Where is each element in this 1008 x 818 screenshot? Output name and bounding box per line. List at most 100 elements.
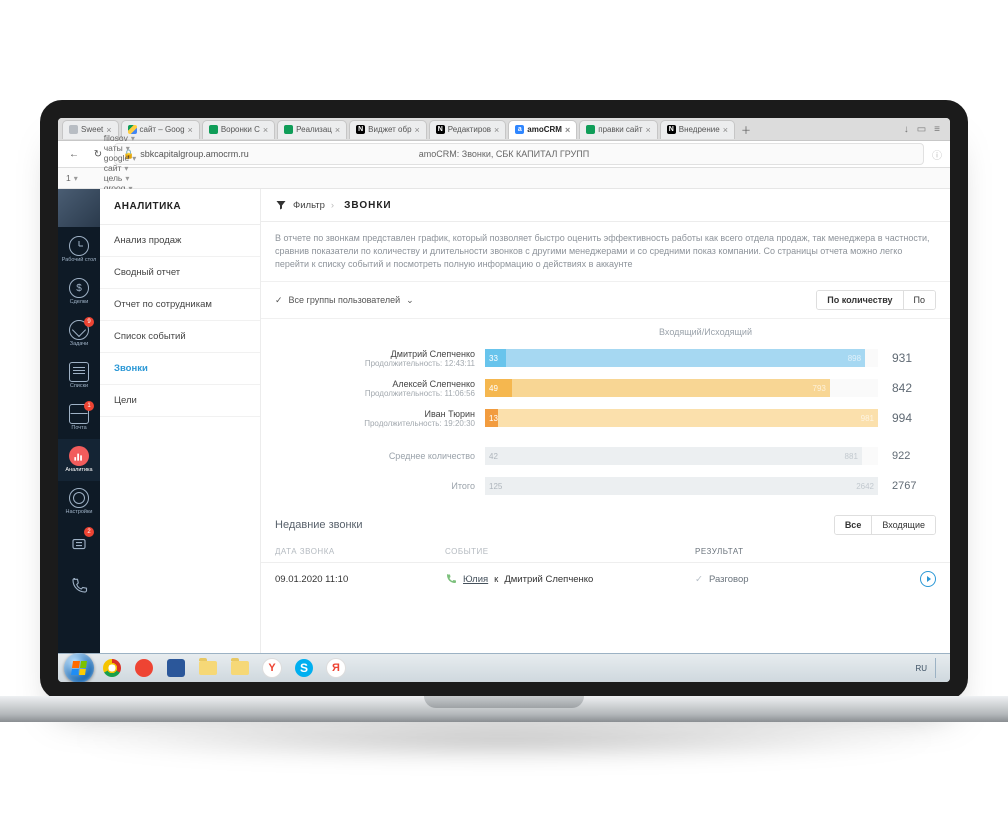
bookmark-item[interactable]: google▾ xyxy=(104,153,137,163)
menu-icon[interactable]: ≡ xyxy=(934,124,940,135)
sidebar-item[interactable]: Звонки xyxy=(100,353,260,385)
by-quantity-button[interactable]: По количеству xyxy=(817,291,902,309)
content-header: Фильтр › ЗВОНКИ xyxy=(261,189,950,222)
url-field[interactable]: 🔒 sbkcapitalgroup.amocrm.ru amoCRM: Звон… xyxy=(114,143,924,165)
taskbar-yandex-icon[interactable]: Y xyxy=(258,657,286,679)
rail-item-task[interactable]: Задачи9 xyxy=(58,313,100,355)
call-date: 09.01.2020 11:10 xyxy=(275,574,445,585)
translate-icon[interactable]: ⓘ xyxy=(932,147,942,162)
close-tab-icon[interactable]: × xyxy=(335,125,340,135)
app-body: Рабочий стол$СделкиЗадачи9СпискиПочта1Ан… xyxy=(58,189,950,653)
rail-item-ext[interactable]: 2 xyxy=(58,523,100,565)
chart-title: Входящий/Исходящий xyxy=(275,327,936,337)
taskbar-opera-icon[interactable] xyxy=(130,657,158,679)
bookmark-item[interactable]: сайт▾ xyxy=(104,163,137,173)
taskbar-word-icon[interactable] xyxy=(162,657,190,679)
close-tab-icon[interactable]: × xyxy=(565,125,570,135)
system-tray[interactable]: RU xyxy=(915,658,944,678)
rail-item-analytics[interactable]: Аналитика xyxy=(58,439,100,481)
report-description: В отчете по звонкам представлен график, … xyxy=(261,222,950,282)
metric-toggle: По количеству По xyxy=(816,290,936,310)
col-event: СОБЫТИЕ xyxy=(445,547,695,556)
list-icon xyxy=(69,362,89,382)
close-tab-icon[interactable]: × xyxy=(188,125,193,135)
close-tab-icon[interactable]: × xyxy=(646,125,651,135)
filter-button[interactable]: Фильтр › xyxy=(275,199,334,211)
phone-in-icon xyxy=(445,573,457,585)
rail-item-gear[interactable]: Настройки xyxy=(58,481,100,523)
check-icon: ✓ xyxy=(275,295,283,306)
sidebar-item[interactable]: Сводный отчет xyxy=(100,257,260,289)
taskbar-explorer-icon[interactable] xyxy=(194,657,222,679)
bookmark-item[interactable]: 1▾ xyxy=(66,173,78,183)
filter-incoming-button[interactable]: Входящие xyxy=(871,516,935,534)
chevron-right-icon: › xyxy=(331,200,334,211)
recent-calls-table-header: ДАТА ЗВОНКА СОБЫТИЕ РЕЗУЛЬТАТ xyxy=(261,541,950,563)
main-panel: Фильтр › ЗВОНКИ В отчете по звонкам пред… xyxy=(261,189,950,653)
rail-item-dollar[interactable]: $Сделки xyxy=(58,271,100,313)
badge: 9 xyxy=(84,317,94,327)
sidebar-item[interactable]: Список событий xyxy=(100,321,260,353)
sidebar-title: АНАЛИТИКА xyxy=(100,189,260,225)
browser-tab[interactable]: Воронки С× xyxy=(202,120,275,139)
group-filter-dropdown[interactable]: ✓ Все группы пользователей ⌄ xyxy=(275,295,414,306)
dollar-icon: $ xyxy=(69,278,89,298)
bookmark-item[interactable]: цель▾ xyxy=(104,173,137,183)
rail-item-list[interactable]: Списки xyxy=(58,355,100,397)
play-recording-button[interactable] xyxy=(920,571,936,587)
address-bar: ← ↻ 🔒 sbkcapitalgroup.amocrm.ru amoCRM: … xyxy=(58,141,950,168)
sidebar-icon[interactable]: ▭ xyxy=(917,124,926,135)
browser-tabstrip: Sweet×сайт – Goog×Воронки С×Реализац×NВи… xyxy=(58,118,950,141)
filter-all-button[interactable]: Все xyxy=(835,516,872,534)
new-tab-button[interactable]: ＋ xyxy=(737,120,755,138)
chart-row: Дмитрий СлепченкоПродолжительность: 12:4… xyxy=(275,343,936,373)
lang-indicator[interactable]: RU xyxy=(915,664,927,673)
sidebar-item[interactable]: Отчет по сотрудникам xyxy=(100,289,260,321)
sidebar-item[interactable]: Анализ продаж xyxy=(100,225,260,257)
taskbar-skype-icon[interactable]: S xyxy=(290,657,318,679)
browser-tab[interactable]: NРедактиров× xyxy=(429,120,507,139)
by-duration-button[interactable]: По xyxy=(903,291,935,309)
phone-icon xyxy=(70,577,88,595)
rail-item-phone[interactable] xyxy=(58,565,100,607)
screen: Sweet×сайт – Goog×Воронки С×Реализац×NВи… xyxy=(58,118,950,682)
close-tab-icon[interactable]: × xyxy=(263,125,268,135)
taskbar-chrome-icon[interactable] xyxy=(98,657,126,679)
sidebar-item[interactable]: Цели xyxy=(100,385,260,417)
bookmark-item[interactable]: filosov▾ xyxy=(104,133,137,143)
downloads-icon[interactable]: ↓ xyxy=(904,124,909,135)
report-controls: ✓ Все группы пользователей ⌄ По количест… xyxy=(261,282,950,319)
taskbar-folder2-icon[interactable] xyxy=(226,657,254,679)
recent-calls-title: Недавние звонки xyxy=(275,519,363,531)
browser-tab[interactable]: NВиджет обр× xyxy=(349,120,427,139)
col-date: ДАТА ЗВОНКА xyxy=(275,547,445,556)
breadcrumb: ЗВОНКИ xyxy=(344,200,392,211)
rail-item-clock[interactable]: Рабочий стол xyxy=(58,229,100,271)
taskbar-yandex2-icon[interactable]: Я xyxy=(322,657,350,679)
recent-call-row[interactable]: 09.01.2020 11:10 Юлия к Дмитрий Слепченк… xyxy=(261,563,950,595)
show-desktop[interactable] xyxy=(935,658,944,678)
gear-icon xyxy=(69,488,89,508)
caller-link[interactable]: Юлия xyxy=(463,574,488,585)
close-tab-icon[interactable]: × xyxy=(494,125,499,135)
avatar[interactable] xyxy=(58,189,100,227)
browser-tab[interactable]: правки сайт× xyxy=(579,120,658,139)
analytics-sidebar: АНАЛИТИКА Анализ продажСводный отчетОтче… xyxy=(100,189,261,653)
chevron-down-icon: ⌄ xyxy=(406,295,414,306)
browser-tab[interactable]: Реализац× xyxy=(277,120,347,139)
nav-back-button[interactable]: ← xyxy=(66,146,82,162)
close-tab-icon[interactable]: × xyxy=(723,125,728,135)
rail-item-mail[interactable]: Почта1 xyxy=(58,397,100,439)
browser-tab[interactable]: NВнедрение× xyxy=(660,120,735,139)
call-result: ✓ Разговор xyxy=(695,571,936,587)
browser-tab[interactable]: aamoCRM× xyxy=(508,120,577,139)
recent-calls-header: Недавние звонки Все Входящие xyxy=(261,507,950,541)
nav-rail: Рабочий стол$СделкиЗадачи9СпискиПочта1Ан… xyxy=(58,189,100,653)
close-tab-icon[interactable]: × xyxy=(415,125,420,135)
chart-summary-row: Среднее количество42881922 xyxy=(275,441,936,471)
bookmark-item[interactable]: чаты▾ xyxy=(104,143,137,153)
clock-icon xyxy=(69,236,89,256)
start-button[interactable] xyxy=(64,653,94,683)
chart-row: Алексей СлепченкоПродолжительность: 11:0… xyxy=(275,373,936,403)
chart-summary-row: Итого12526422767 xyxy=(275,471,936,501)
